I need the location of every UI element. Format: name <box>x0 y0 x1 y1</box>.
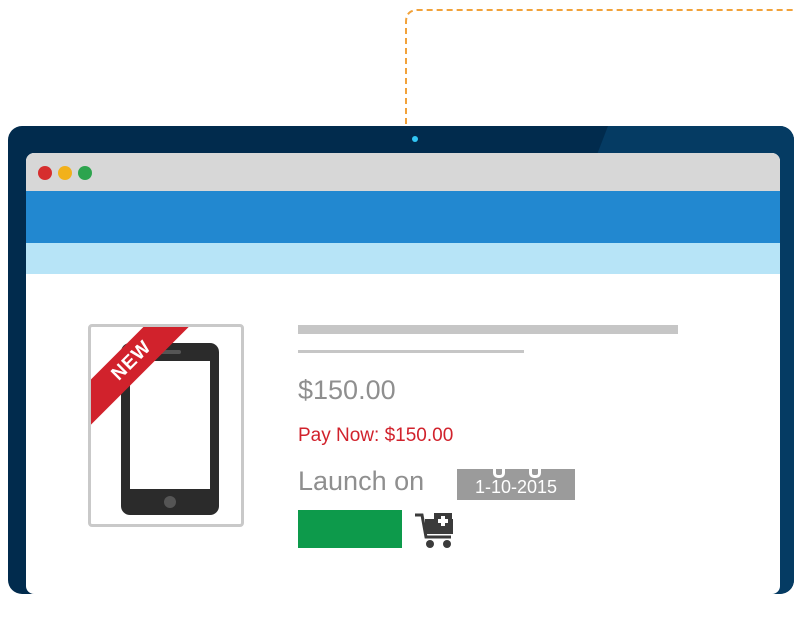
browser-window: NEW $150.00 Pay Now: $150.00 Launch on 1… <box>26 153 780 594</box>
camera-dot <box>412 136 418 142</box>
navigation-bar <box>26 191 780 243</box>
product-subtitle-placeholder <box>298 350 524 353</box>
launch-label: Launch on <box>298 466 425 496</box>
calendar-ring <box>493 461 505 478</box>
buy-button[interactable] <box>298 510 402 548</box>
product-image-card[interactable]: NEW <box>88 324 244 527</box>
sub-navigation-bar <box>26 243 780 274</box>
dashed-connector-line <box>405 9 794 134</box>
pay-now-text: Pay Now: $150.00 <box>298 425 454 446</box>
product-title-placeholder <box>298 325 678 334</box>
browser-titlebar <box>26 153 780 191</box>
minimize-dot[interactable] <box>58 166 72 180</box>
monitor-frame: NEW $150.00 Pay Now: $150.00 Launch on 1… <box>8 126 794 594</box>
product-price: $150.00 <box>298 375 396 405</box>
calendar-ring <box>529 461 541 478</box>
close-dot[interactable] <box>38 166 52 180</box>
launch-date-value: 1-10-2015 <box>474 477 558 497</box>
calendar-icon: 1-10-2015 <box>457 461 575 500</box>
maximize-dot[interactable] <box>78 166 92 180</box>
add-to-cart-icon[interactable] <box>415 511 459 549</box>
